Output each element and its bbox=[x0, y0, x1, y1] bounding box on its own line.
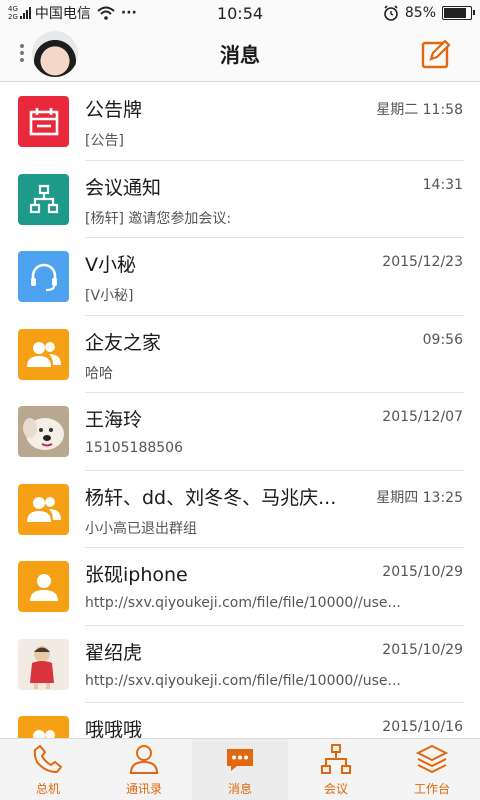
conversation-time: 14:31 bbox=[422, 176, 463, 193]
compose-icon[interactable] bbox=[420, 38, 452, 70]
conversation-row[interactable]: 公告牌 星期二 11:58 [公告] bbox=[0, 83, 480, 161]
conversation-row[interactable]: 张砚iphone 2015/10/29 http://sxv.qiyoukeji.c… bbox=[0, 548, 480, 626]
phone-icon bbox=[31, 742, 65, 780]
network-type: 4G 2G bbox=[8, 5, 18, 21]
conversation-time: 2015/10/29 bbox=[382, 564, 463, 580]
headset-icon bbox=[18, 251, 69, 302]
app-header: 消息 bbox=[0, 26, 480, 82]
conversation-row[interactable]: 企友之家 09:56 哈哈 bbox=[0, 316, 480, 393]
wifi-icon bbox=[97, 6, 115, 20]
tab-contacts[interactable]: 通讯录 bbox=[96, 739, 192, 800]
conversation-name: 会议通知 bbox=[85, 176, 162, 199]
conversation-name: 王海玲 bbox=[85, 409, 143, 431]
conversation-row[interactable]: 王海玲 2015/12/07 15105188506 bbox=[0, 393, 480, 471]
conversation-preview: [杨轩] 邀请您参加会议: bbox=[85, 210, 232, 227]
group-icon bbox=[18, 483, 69, 535]
group-icon bbox=[18, 716, 69, 738]
conversation-preview: [公告] bbox=[85, 133, 124, 149]
conversation-name: 哦哦哦 bbox=[85, 719, 143, 738]
conversation-row[interactable]: 杨轩、dd、刘冬冬、马兆庆... 星期四 13:25 小小高已退出群组 bbox=[0, 471, 480, 548]
conversation-time: 09:56 bbox=[422, 331, 463, 348]
org-chart-icon bbox=[18, 173, 69, 225]
conversation-time: 2015/10/29 bbox=[382, 641, 463, 658]
conversation-time: 2015/10/16 bbox=[382, 719, 463, 735]
dog-photo bbox=[18, 406, 69, 457]
conversation-name: 公告牌 bbox=[85, 99, 143, 121]
layers-icon bbox=[415, 742, 449, 780]
tab-meeting[interactable]: 会议 bbox=[288, 739, 384, 800]
person-icon bbox=[18, 561, 69, 612]
meeting-icon bbox=[319, 742, 353, 780]
conversation-name: 企友之家 bbox=[85, 331, 162, 354]
conversation-row[interactable]: 会议通知 14:31 [杨轩] 邀请您参加会议: bbox=[0, 161, 480, 238]
tab-phone[interactable]: 总机 bbox=[0, 739, 96, 800]
carrier-label: 中国电信 bbox=[34, 6, 91, 22]
network-bottom-label: 2G bbox=[8, 13, 18, 21]
conversation-time: 2015/12/23 bbox=[382, 254, 463, 270]
conversation-name: 杨轩、dd、刘冬冬、马兆庆... bbox=[85, 486, 337, 509]
conversation-time: 星期四 13:25 bbox=[376, 489, 463, 506]
battery-icon bbox=[442, 6, 475, 20]
conversation-preview: 哈哈 bbox=[85, 365, 113, 382]
conversation-preview: http://sxv.qiyoukeji.com/file/file/10000… bbox=[85, 595, 401, 611]
conversation-time: 星期二 11:58 bbox=[376, 102, 463, 118]
tab-label: 总机 bbox=[35, 782, 60, 796]
child-photo bbox=[18, 638, 69, 690]
calendar-icon bbox=[18, 96, 69, 147]
conversation-name: 张砚iphone bbox=[85, 564, 188, 586]
tab-label: 消息 bbox=[227, 782, 252, 796]
conversation-time: 2015/12/07 bbox=[382, 409, 463, 425]
contacts-icon bbox=[127, 742, 161, 780]
tab-chat[interactable]: 消息 bbox=[192, 739, 288, 800]
conversation-row[interactable]: V小秘 2015/12/23 [V小秘] bbox=[0, 238, 480, 316]
tab-label: 工作台 bbox=[413, 782, 450, 796]
conversation-preview: 小小高已退出群组 bbox=[85, 520, 197, 537]
battery-percent: 85% bbox=[404, 5, 436, 21]
network-top-label: 4G bbox=[8, 5, 18, 13]
conversation-name: V小秘 bbox=[85, 254, 136, 276]
conversation-row[interactable]: 翟绍虎 2015/10/29 http://sxv.qiyoukeji.com/fi… bbox=[0, 626, 480, 703]
conversation-list[interactable]: 公告牌 星期二 11:58 [公告] 会议通知 14:31 [杨轩] 邀请您参加会议: V小… bbox=[0, 83, 480, 738]
tab-label: 会议 bbox=[323, 782, 348, 796]
group-icon bbox=[18, 328, 69, 380]
conversation-preview: [V小秘] bbox=[85, 288, 134, 304]
bottom-tab-bar: 总机 通讯录 消息 会议 工作台 bbox=[0, 738, 480, 800]
chat-icon bbox=[223, 742, 257, 780]
alarm-icon bbox=[384, 5, 398, 21]
conversation-preview: http://sxv.qiyoukeji.com/file/file/10000… bbox=[85, 672, 401, 689]
tab-label: 通讯录 bbox=[125, 782, 162, 796]
conversation-name: 翟绍虎 bbox=[85, 641, 143, 664]
signal-icon bbox=[19, 7, 31, 19]
tab-layers[interactable]: 工作台 bbox=[384, 739, 480, 800]
status-bar: 4G 2G 中国电信 ··· 10:54 85% bbox=[0, 0, 480, 26]
more-indicator: ··· bbox=[120, 5, 137, 21]
page-title: 消息 bbox=[220, 43, 260, 67]
conversation-row[interactable]: 哦哦哦 2015/10/16 bbox=[0, 703, 480, 738]
conversation-preview: 15105188506 bbox=[85, 440, 183, 456]
